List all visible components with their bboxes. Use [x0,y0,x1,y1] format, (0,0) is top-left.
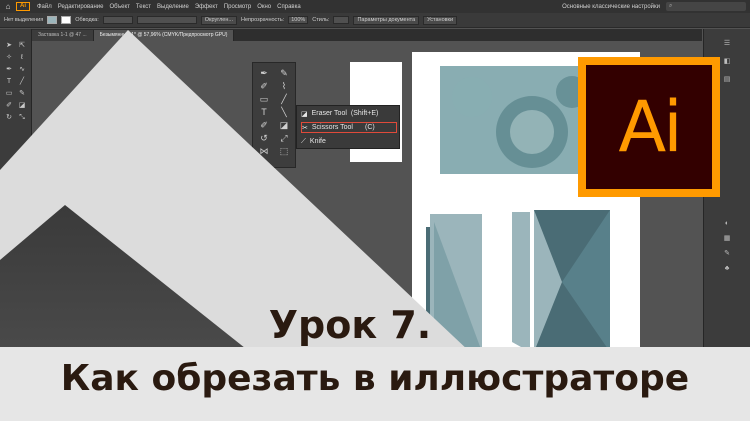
logo-text: Ai [618,86,682,168]
illustrator-logo: Ai [578,57,720,197]
lesson-title: Как обрезать в иллюстраторе [60,358,690,399]
lesson-number: Урок 7. [268,303,432,347]
